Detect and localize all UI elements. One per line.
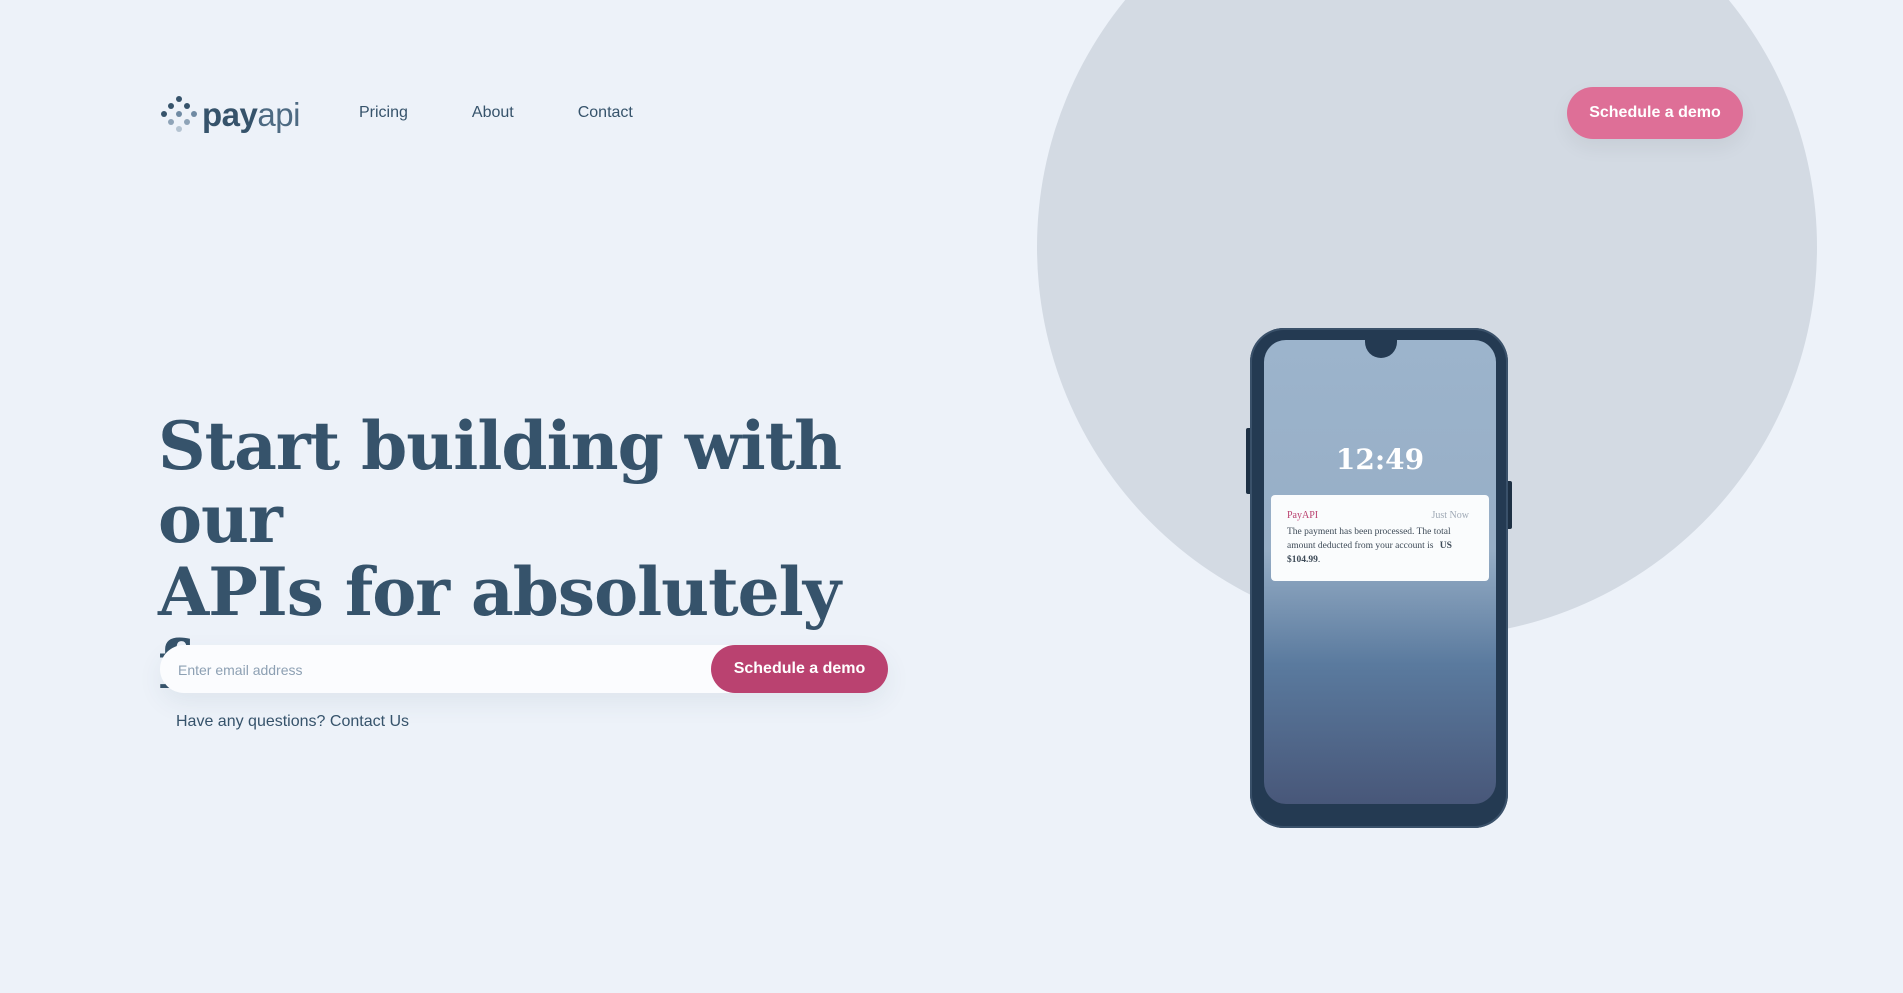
payapi-dots-logo-icon xyxy=(161,96,197,132)
nav-link-about[interactable]: About xyxy=(472,104,514,122)
phone-power-button xyxy=(1508,481,1512,529)
hero-title-line-2: APIs for absolutely xyxy=(158,553,841,631)
contact-us-link[interactable]: Contact Us xyxy=(330,713,409,730)
phone-notch xyxy=(1365,340,1397,358)
questions-line: Have any questions? Contact Us xyxy=(176,713,409,731)
payapi-logo[interactable]: payapi xyxy=(161,96,300,132)
nav-link-contact[interactable]: Contact xyxy=(578,104,633,122)
notification-time: Just Now xyxy=(1431,510,1469,521)
email-signup-form: Schedule a demo xyxy=(160,645,888,695)
schedule-demo-header-button[interactable]: Schedule a demo xyxy=(1567,87,1743,139)
logo-wordmark: payapi xyxy=(202,95,300,133)
questions-text: Have any questions? xyxy=(176,713,326,730)
main-nav: Pricing About Contact xyxy=(359,104,697,122)
phone-screen: 12:49 PayAPI Just Now The payment has be… xyxy=(1264,340,1496,804)
schedule-demo-submit-button[interactable]: Schedule a demo xyxy=(711,645,888,693)
phone-clock: 12:49 xyxy=(1335,443,1425,476)
notification-suffix: . xyxy=(1317,555,1321,565)
site-header: payapi Pricing About Contact Schedule a … xyxy=(161,87,1743,141)
phone-side-button xyxy=(1246,428,1250,494)
email-input[interactable] xyxy=(176,645,680,695)
notification-app-name: PayAPI xyxy=(1287,510,1319,521)
hero-title-line-1: Start building with our xyxy=(158,407,842,558)
nav-link-pricing[interactable]: Pricing xyxy=(359,104,408,122)
notification-text: The payment has been processed. The tota… xyxy=(1287,527,1451,551)
notification-message: The payment has been processed. The tota… xyxy=(1287,525,1457,567)
phone-mockup: 12:49 PayAPI Just Now The payment has be… xyxy=(1246,328,1512,828)
payment-notification: PayAPI Just Now The payment has been pro… xyxy=(1271,495,1489,581)
